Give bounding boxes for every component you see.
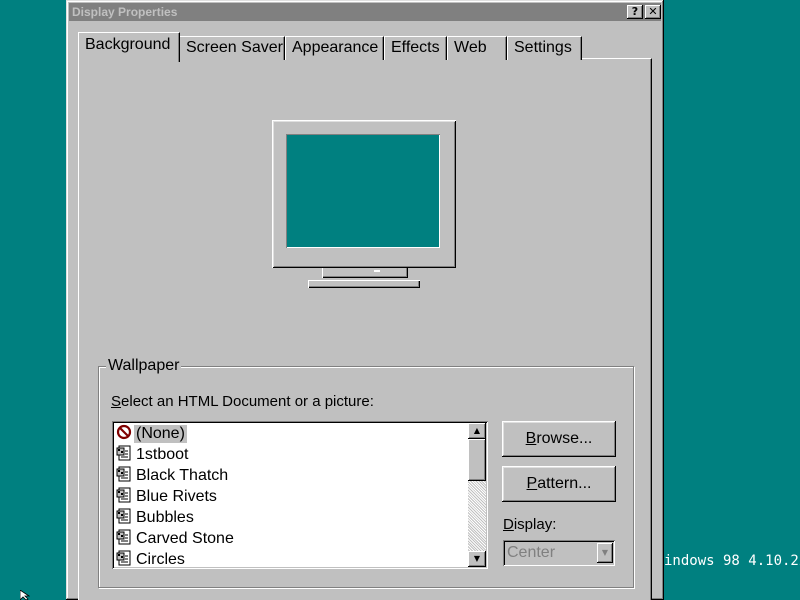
wallpaper-item-label: Carved Stone xyxy=(136,530,234,547)
wallpaper-list-item[interactable]: Blue Rivets xyxy=(116,486,468,507)
windows-version-text: indows 98 4.10.2222 xyxy=(664,553,800,569)
wallpaper-item-label: (None) xyxy=(134,425,187,443)
bitmap-file-icon xyxy=(116,445,131,461)
monitor-stand-base xyxy=(308,280,420,288)
bitmap-file-icon xyxy=(116,529,131,545)
select-wallpaper-label: Select an HTML Document or a picture: xyxy=(111,393,374,410)
wallpaper-list-item[interactable]: Circles xyxy=(116,549,468,569)
scroll-down-button[interactable]: ▼ xyxy=(468,551,486,567)
desktop: Display Properties ? ✕ Background Screen… xyxy=(0,0,800,600)
wallpaper-list-item[interactable]: Bubbles xyxy=(116,507,468,528)
tab-appearance[interactable]: Appearance xyxy=(285,36,384,60)
none-icon xyxy=(116,424,132,440)
monitor-screen xyxy=(286,134,440,248)
close-icon: ✕ xyxy=(648,5,658,18)
tab-settings[interactable]: Settings xyxy=(507,36,582,60)
dropdown-arrow-button[interactable]: ▼ xyxy=(597,543,613,563)
tab-web[interactable]: Web xyxy=(447,36,507,60)
pattern-button[interactable]: Pattern... xyxy=(502,466,616,502)
wallpaper-item-label: Circles xyxy=(136,551,185,568)
browse-button[interactable]: Browse... xyxy=(502,421,616,457)
wallpaper-item-label: Black Thatch xyxy=(136,467,229,484)
wallpaper-group-label: Wallpaper xyxy=(106,357,182,374)
display-mode-value: Center xyxy=(507,544,556,561)
bitmap-file-icon xyxy=(116,550,131,566)
scroll-thumb[interactable] xyxy=(468,439,486,481)
display-mode-label: Display: xyxy=(503,516,557,533)
tab-effects[interactable]: Effects xyxy=(384,36,447,60)
window-title: Display Properties xyxy=(72,5,178,19)
bitmap-file-icon xyxy=(116,487,131,503)
help-button[interactable]: ? xyxy=(627,5,643,19)
wallpaper-list: (None) 1stboot Black Thatch Blue Rivets Bubb… xyxy=(116,423,468,569)
display-mode-select[interactable]: Center ▼ xyxy=(503,540,615,566)
chevron-down-icon: ▼ xyxy=(601,548,609,557)
wallpaper-scrollbar[interactable]: ▲ ▼ xyxy=(468,423,486,567)
wallpaper-item-label: Blue Rivets xyxy=(136,488,217,505)
wallpaper-list-item[interactable]: Carved Stone xyxy=(116,528,468,549)
wallpaper-list-item[interactable]: (None) xyxy=(116,423,468,444)
wallpaper-item-label: Bubbles xyxy=(136,509,194,526)
arrow-down-icon: ▼ xyxy=(473,554,481,563)
monitor-power-light xyxy=(374,270,380,272)
bitmap-file-icon xyxy=(116,508,131,524)
arrow-up-icon: ▲ xyxy=(473,426,481,435)
close-button[interactable]: ✕ xyxy=(645,5,661,19)
bitmap-file-icon xyxy=(116,466,131,482)
mouse-cursor-icon xyxy=(20,590,30,600)
monitor-stand-neck xyxy=(322,268,408,278)
wallpaper-listbox[interactable]: (None) 1stboot Black Thatch Blue Rivets Bubb… xyxy=(112,421,488,569)
title-bar[interactable]: Display Properties ? ✕ xyxy=(69,3,661,21)
monitor-preview xyxy=(272,120,456,268)
wallpaper-item-label: 1stboot xyxy=(136,446,189,463)
scroll-up-button[interactable]: ▲ xyxy=(468,423,486,439)
wallpaper-list-item[interactable]: 1stboot xyxy=(116,444,468,465)
wallpaper-list-item[interactable]: Black Thatch xyxy=(116,465,468,486)
tab-background[interactable]: Background xyxy=(78,32,180,62)
tab-screen-saver[interactable]: Screen Saver xyxy=(179,36,285,60)
